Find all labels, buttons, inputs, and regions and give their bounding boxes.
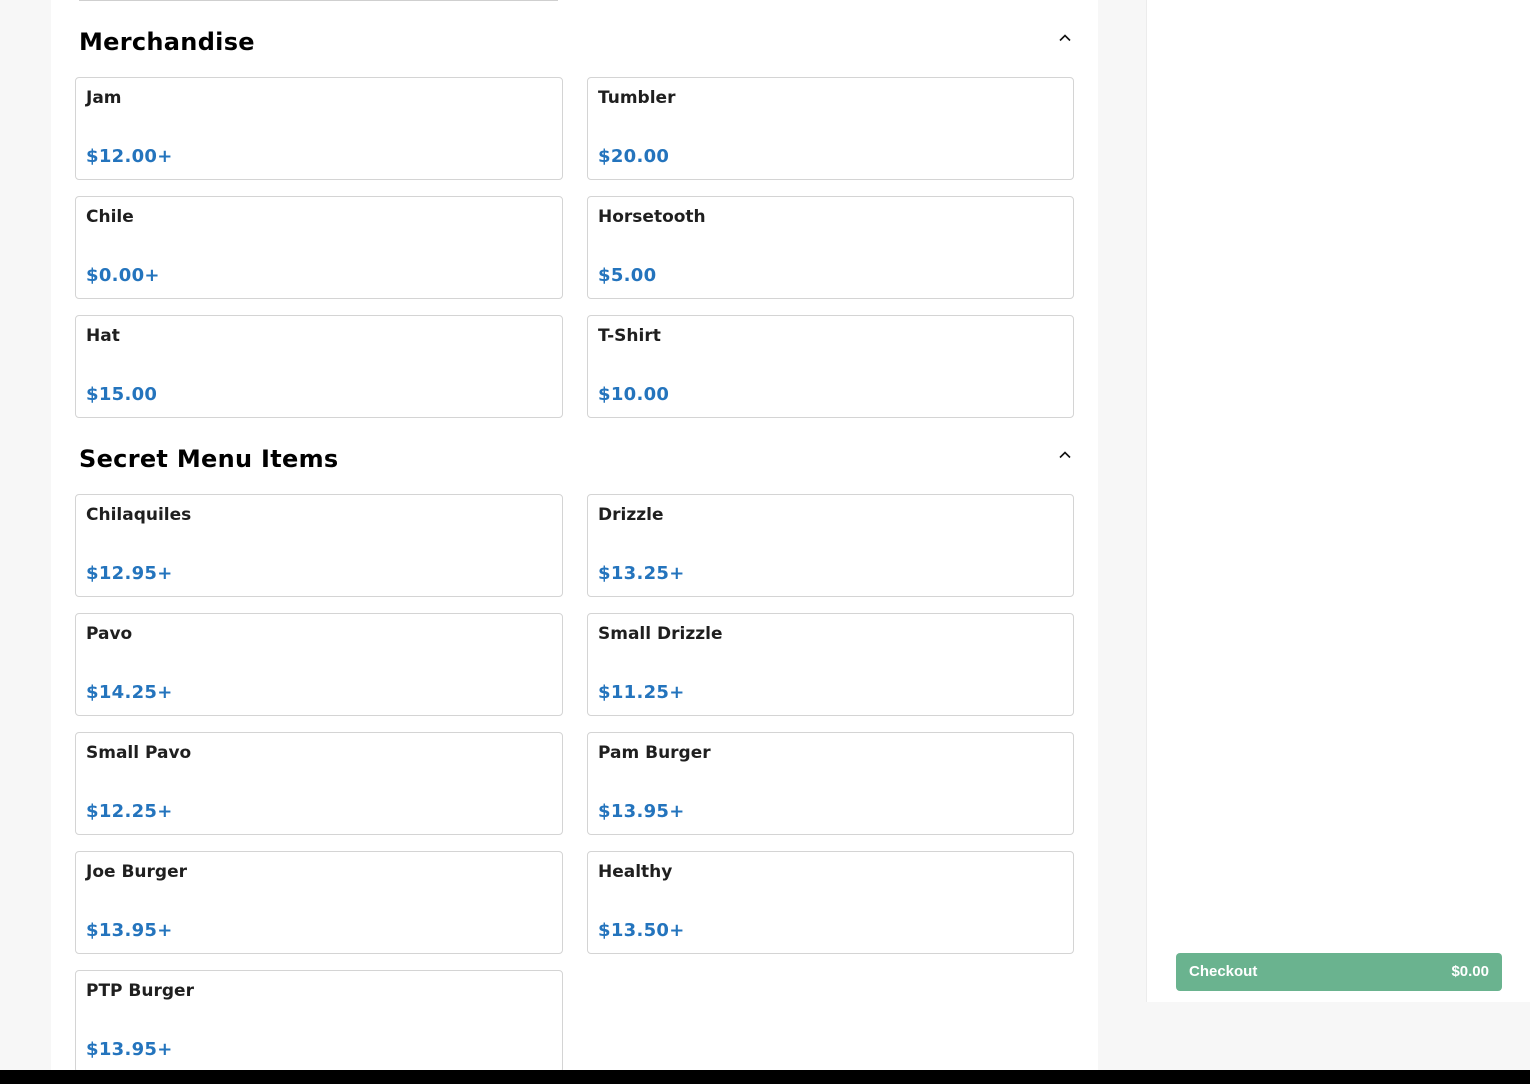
item-price: $20.00 xyxy=(598,146,670,167)
chevron-up-icon[interactable] xyxy=(1059,32,1071,44)
item-price: $14.25+ xyxy=(86,682,173,703)
item-price: $15.00 xyxy=(86,384,158,405)
menu-item-card[interactable]: Tumbler $20.00 xyxy=(587,77,1074,180)
item-price: $13.25+ xyxy=(598,563,685,584)
item-name: Small Drizzle xyxy=(598,624,723,644)
menu-item-card[interactable]: Small Pavo $12.25+ xyxy=(75,732,563,835)
item-name: T-Shirt xyxy=(598,326,661,346)
item-price: $0.00+ xyxy=(86,265,160,286)
checkout-label: Checkout xyxy=(1189,963,1258,980)
item-price: $13.95+ xyxy=(86,920,173,941)
item-name: Tumbler xyxy=(598,88,676,108)
item-price: $13.50+ xyxy=(598,920,685,941)
item-name: Healthy xyxy=(598,862,673,882)
item-price: $12.95+ xyxy=(86,563,173,584)
menu-item-card[interactable]: Joe Burger $13.95+ xyxy=(75,851,563,954)
item-name: Horsetooth xyxy=(598,207,706,227)
item-name: Drizzle xyxy=(598,505,664,525)
section-title: Merchandise xyxy=(79,28,255,56)
menu-item-card[interactable]: Chile $0.00+ xyxy=(75,196,563,299)
cart-total: $0.00 xyxy=(1451,963,1489,980)
item-name: PTP Burger xyxy=(86,981,194,1001)
item-grid-merchandise: Jam $12.00+ Tumbler $20.00 Chile $0.00+ … xyxy=(75,77,1074,418)
item-name: Joe Burger xyxy=(86,862,187,882)
menu-item-card[interactable]: Healthy $13.50+ xyxy=(587,851,1074,954)
item-name: Pam Burger xyxy=(598,743,711,763)
menu-content: Merchandise Jam $12.00+ Tumbler $20.00 C… xyxy=(51,0,1098,1073)
section-header-secret-menu[interactable]: Secret Menu Items xyxy=(51,445,1098,485)
item-name: Small Pavo xyxy=(86,743,192,763)
menu-item-card[interactable]: Jam $12.00+ xyxy=(75,77,563,180)
menu-item-card[interactable]: Hat $15.00 xyxy=(75,315,563,418)
item-price: $5.00 xyxy=(598,265,657,286)
item-grid-secret-menu: Chilaquiles $12.95+ Drizzle $13.25+ Pavo… xyxy=(75,494,1074,1073)
item-name: Jam xyxy=(86,88,122,108)
menu-item-card[interactable]: Small Drizzle $11.25+ xyxy=(587,613,1074,716)
item-price: $10.00 xyxy=(598,384,670,405)
previous-card-edge xyxy=(79,0,558,1)
checkout-button[interactable]: Checkout $0.00 xyxy=(1176,953,1502,991)
item-name: Hat xyxy=(86,326,120,346)
item-price: $13.95+ xyxy=(598,801,685,822)
cart-panel xyxy=(1146,0,1530,1002)
section-title: Secret Menu Items xyxy=(79,445,339,473)
item-price: $12.00+ xyxy=(86,146,173,167)
menu-item-card[interactable]: T-Shirt $10.00 xyxy=(587,315,1074,418)
chevron-up-icon[interactable] xyxy=(1059,449,1071,461)
menu-item-card[interactable]: Horsetooth $5.00 xyxy=(587,196,1074,299)
menu-item-card[interactable]: Pam Burger $13.95+ xyxy=(587,732,1074,835)
bottom-bar xyxy=(0,1070,1530,1084)
menu-item-card[interactable]: Chilaquiles $12.95+ xyxy=(75,494,563,597)
item-price: $11.25+ xyxy=(598,682,685,703)
section-header-merchandise[interactable]: Merchandise xyxy=(51,28,1098,68)
menu-item-card[interactable]: Pavo $14.25+ xyxy=(75,613,563,716)
menu-item-card[interactable]: Drizzle $13.25+ xyxy=(587,494,1074,597)
item-price: $12.25+ xyxy=(86,801,173,822)
menu-item-card[interactable]: PTP Burger $13.95+ xyxy=(75,970,563,1073)
item-price: $13.95+ xyxy=(86,1039,173,1060)
item-name: Pavo xyxy=(86,624,133,644)
item-name: Chilaquiles xyxy=(86,505,192,525)
item-name: Chile xyxy=(86,207,134,227)
